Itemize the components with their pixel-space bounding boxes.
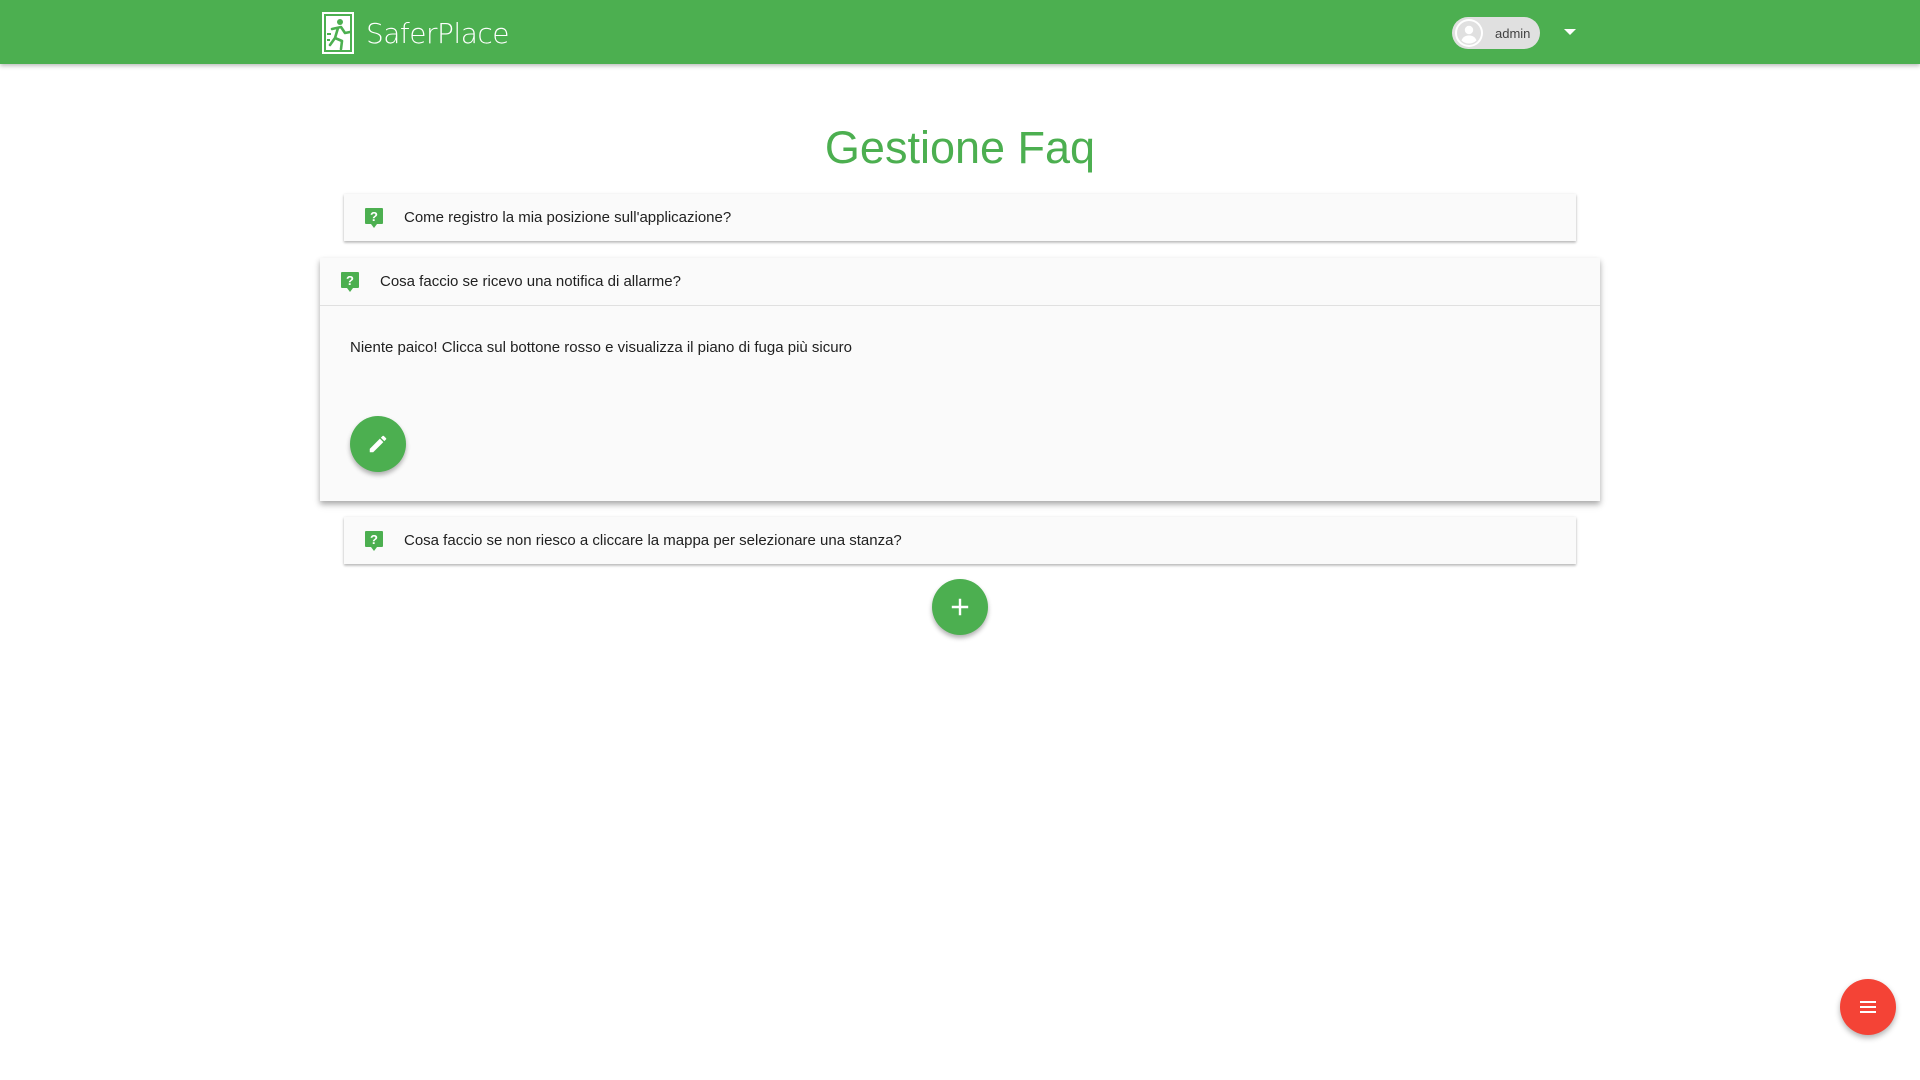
faq-answer: Niente paico! Clicca sul bottone rosso e… xyxy=(350,339,852,356)
top-app-bar: SaferPlace admin xyxy=(0,0,1920,64)
help-question-icon: ? xyxy=(365,207,383,228)
faq-header[interactable]: ? Come registro la mia posizione sull'ap… xyxy=(344,194,1576,241)
emergency-exit-logo-icon xyxy=(322,12,354,54)
user-menu-chip[interactable]: admin xyxy=(1452,17,1540,49)
plus-icon xyxy=(951,598,969,616)
brand[interactable]: SaferPlace xyxy=(322,12,509,54)
svg-text:?: ? xyxy=(346,273,354,288)
faq-panel: ? Cosa faccio se non riesco a cliccare l… xyxy=(344,517,1576,564)
edit-faq-button[interactable] xyxy=(350,416,406,472)
user-name: admin xyxy=(1495,25,1531,41)
account-circle-icon xyxy=(1455,19,1483,47)
faq-panel-expanded: ? Cosa faccio se ricevo una notifica di … xyxy=(320,258,1600,501)
arrow-drop-down-icon[interactable] xyxy=(1560,25,1580,39)
faq-question: Come registro la mia posizione sull'appl… xyxy=(404,209,732,226)
menu-fab-button[interactable] xyxy=(1840,979,1896,1035)
menu-icon xyxy=(1860,1001,1876,1013)
help-question-icon: ? xyxy=(341,271,359,292)
faq-question: Cosa faccio se non riesco a cliccare la … xyxy=(404,532,902,549)
pencil-icon xyxy=(369,435,387,453)
svg-text:?: ? xyxy=(370,532,378,547)
svg-text:?: ? xyxy=(370,209,378,224)
faq-header[interactable]: ? Cosa faccio se ricevo una notifica di … xyxy=(320,258,1600,305)
faq-panel: ? Come registro la mia posizione sull'ap… xyxy=(344,194,1576,241)
page-title: Gestione Faq xyxy=(824,122,1096,173)
faq-header[interactable]: ? Cosa faccio se non riesco a cliccare l… xyxy=(344,517,1576,564)
brand-name: SaferPlace xyxy=(366,16,509,50)
faq-answer-body: Niente paico! Clicca sul bottone rosso e… xyxy=(320,306,1600,501)
add-faq-button[interactable] xyxy=(932,579,988,635)
faq-question: Cosa faccio se ricevo una notifica di al… xyxy=(380,273,681,290)
help-question-icon: ? xyxy=(365,530,383,551)
